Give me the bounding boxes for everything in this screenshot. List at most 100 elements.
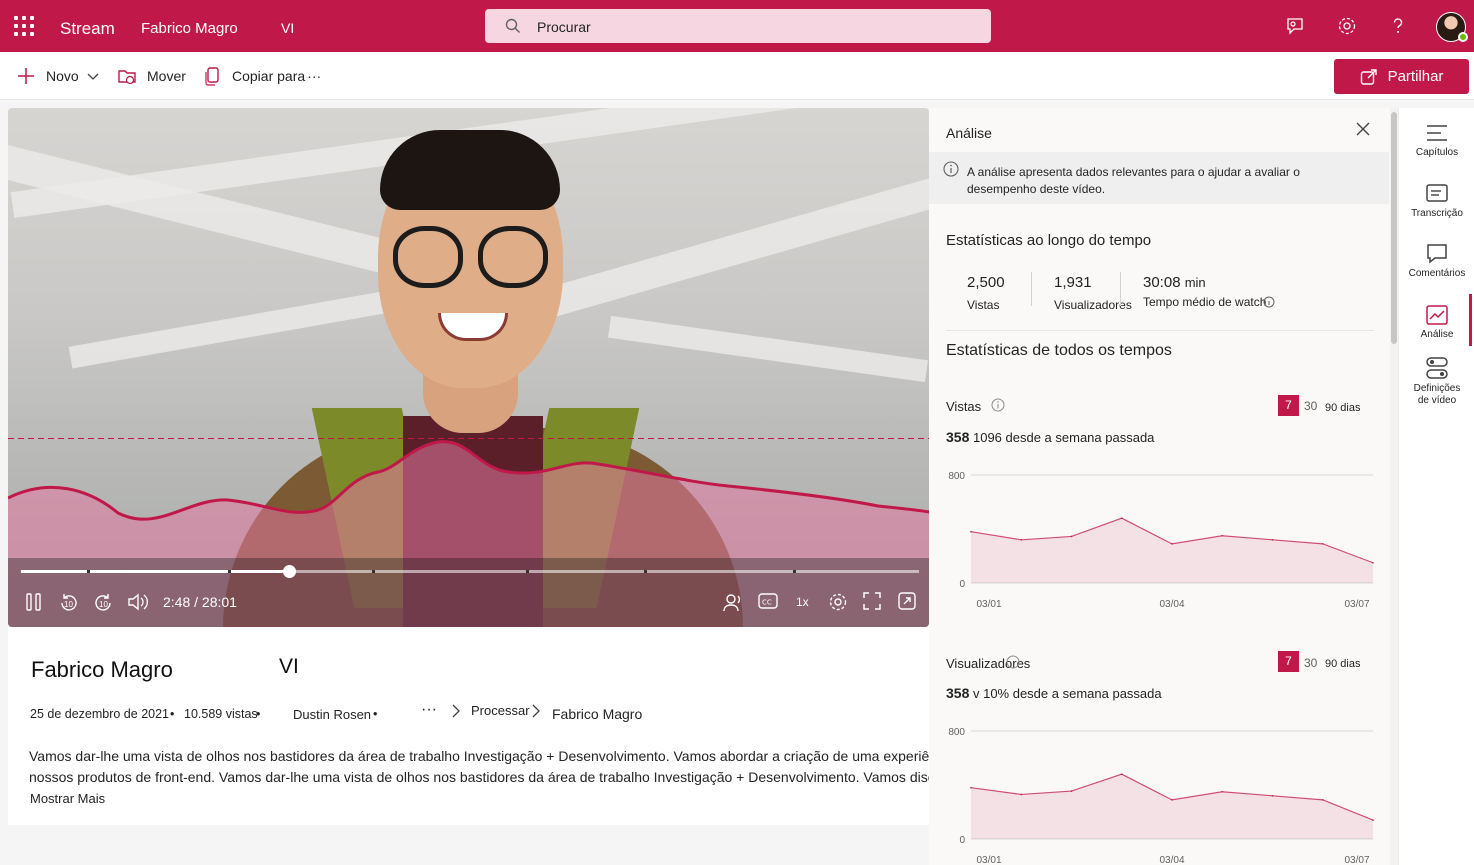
metric-summary: 358 v 10% desde a semana passada (946, 685, 1162, 701)
video-player[interactable]: 10 10 2:48 / 28:01 CC 1x (8, 108, 929, 627)
audio-description-icon[interactable] (722, 592, 744, 612)
show-more-link[interactable]: Mostrar Mais (30, 791, 105, 806)
x-tick-label: 03/01 (976, 855, 1001, 864)
seek-bar-fill (21, 570, 289, 573)
y-tick-label: 800 (948, 727, 965, 738)
share-label: Partilhar (1387, 68, 1444, 85)
move-button[interactable]: Mover (117, 66, 186, 86)
new-button[interactable]: Novo (16, 66, 99, 86)
panel-scrollbar[interactable] (1390, 108, 1398, 865)
playback-time: 2:48 / 28:01 (163, 594, 237, 610)
playback-speed-button[interactable]: 1x (796, 595, 809, 609)
captions-icon[interactable]: CC (758, 592, 778, 610)
chapters-icon (1427, 125, 1447, 141)
info-banner: A análise apresenta dados relevantes par… (929, 152, 1389, 204)
command-bar: Novo Mover Copiar para ··· Partilhar (0, 52, 1474, 100)
seek-bar-thumb[interactable] (282, 565, 296, 578)
app-name[interactable]: Stream (60, 19, 115, 39)
plus-icon (18, 68, 34, 84)
search-input[interactable]: Procurar (485, 9, 991, 43)
y-tick-label: 0 (959, 835, 965, 846)
range-30-days-chip[interactable]: 30 (1304, 399, 1317, 413)
folder-move-icon (118, 70, 136, 85)
info-icon[interactable] (1263, 296, 1275, 308)
y-tick-label: 0 (959, 579, 965, 590)
pause-icon[interactable] (25, 592, 43, 612)
new-label: Novo (46, 68, 79, 84)
range-30-days-chip[interactable]: 30 (1304, 656, 1317, 670)
data-point (1020, 793, 1023, 796)
volume-icon[interactable] (127, 592, 149, 612)
video-title: Fabrico Magro (31, 657, 173, 682)
range-90-days-chip[interactable]: 90 dias (1325, 658, 1360, 670)
path-item[interactable]: Processar (471, 703, 530, 718)
stat-value: 2,500 (967, 274, 1005, 291)
skip-forward-button[interactable]: 10 (93, 592, 113, 614)
right-rail: Capítulos Transcrição Comentários Anális… (1398, 108, 1474, 865)
search-placeholder: Procurar (537, 19, 591, 35)
range-90-days-chip[interactable]: 90 dias (1325, 402, 1360, 414)
video-description: Vamos dar-lhe uma vista de olhos nos bas… (29, 748, 1066, 785)
x-tick-label: 03/01 (976, 599, 1001, 608)
info-icon[interactable] (991, 398, 1005, 412)
copy-label: Copiar para (232, 68, 306, 84)
stat-value: 30:08 min (1143, 274, 1206, 291)
rail-item-video-settings[interactable]: Definições de vídeo (1399, 356, 1474, 407)
copy-to-button[interactable]: Copiar para ··· (204, 66, 321, 86)
metric-summary: 358 1096 desde a semana passada (946, 429, 1155, 445)
breadcrumb-item[interactable]: Fabrico Magro (141, 20, 238, 37)
data-point (1221, 790, 1224, 793)
stat-value: 1,931 (1054, 274, 1092, 291)
chevron-down-icon (87, 73, 99, 80)
owner-name[interactable]: Dustin Rosen (293, 707, 371, 722)
upload-date: 25 de dezembro de 2021 (30, 707, 169, 721)
x-tick-label: 03/04 (1159, 855, 1184, 864)
info-icon (943, 161, 959, 177)
panel-title: Análise (946, 125, 992, 141)
data-point (1020, 539, 1023, 541)
section-title: Estatísticas de todos os tempos (946, 342, 1172, 359)
fullscreen-icon[interactable] (863, 592, 881, 610)
video-details: Fabrico Magro VI 25 de dezembro de 2021 … (8, 627, 1065, 825)
rail-item-comments[interactable]: Comentários (1399, 243, 1474, 280)
data-point (1372, 819, 1374, 821)
chart-area (971, 774, 1373, 839)
more-commands-button[interactable]: ··· (307, 68, 321, 84)
views-chart: 800 0 03/01 03/04 03/07 (948, 471, 1374, 608)
data-point (1372, 561, 1374, 564)
metric-label: Vistas (946, 399, 982, 414)
rail-item-analytics[interactable]: Análise (1399, 304, 1474, 341)
settings-toggle-icon (1426, 357, 1448, 379)
data-point (1171, 799, 1173, 801)
scrollbar-thumb[interactable] (1391, 112, 1397, 344)
range-7-days-chip[interactable]: 7 (1278, 395, 1299, 416)
skip-forward-seconds: 10 (99, 600, 108, 609)
breadcrumb-item[interactable]: VI (281, 20, 294, 36)
svg-text:CC: CC (762, 599, 772, 607)
rail-item-transcript[interactable]: Transcrição (1399, 183, 1474, 220)
copy-icon (205, 67, 219, 86)
popout-icon[interactable] (898, 592, 916, 610)
path-more-button[interactable]: ··· (421, 701, 437, 719)
gear-icon[interactable] (828, 592, 848, 612)
help-icon[interactable] (1388, 16, 1408, 36)
gear-icon[interactable] (1337, 16, 1357, 36)
data-point (1321, 799, 1324, 801)
video-title-suffix: VI (279, 655, 299, 678)
close-icon[interactable] (1355, 121, 1371, 137)
app-launcher-icon[interactable] (14, 16, 34, 36)
rail-item-chapters[interactable]: Capítulos (1399, 122, 1474, 159)
view-count: 10.589 vistas (184, 707, 258, 721)
data-point (1271, 539, 1274, 541)
info-icon[interactable] (1006, 655, 1020, 669)
seek-bar[interactable] (21, 565, 919, 578)
x-tick-label: 03/07 (1344, 599, 1369, 608)
transcript-icon (1426, 184, 1448, 202)
x-tick-label: 03/07 (1344, 855, 1369, 864)
range-7-days-chip[interactable]: 7 (1278, 651, 1299, 672)
path-item-current[interactable]: Fabrico Magro (552, 706, 642, 722)
feedback-icon[interactable] (1285, 16, 1305, 36)
skip-back-button[interactable]: 10 (59, 592, 79, 614)
data-point (1070, 535, 1073, 538)
share-button[interactable]: Partilhar (1334, 59, 1469, 94)
